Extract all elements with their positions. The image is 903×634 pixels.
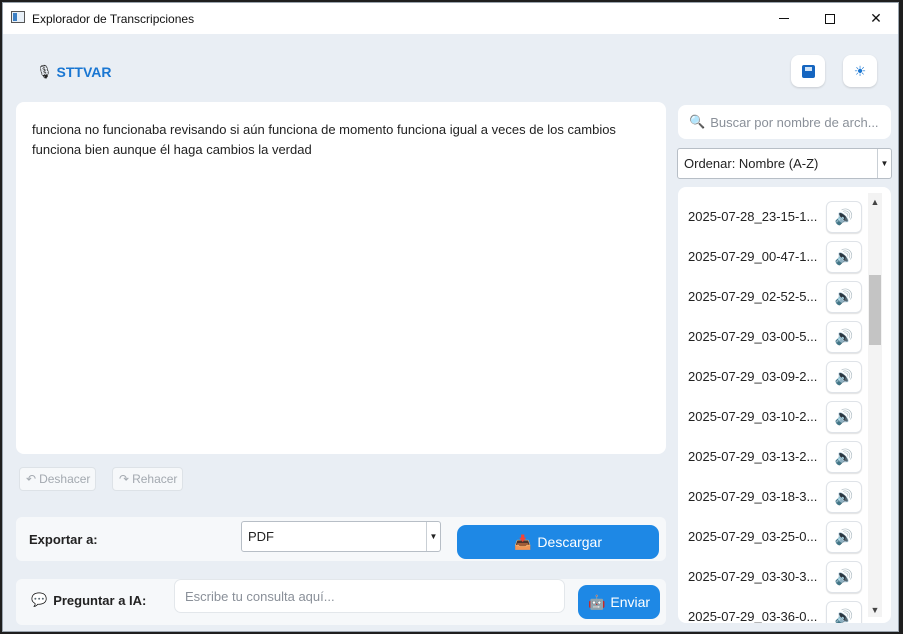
speaker-icon: 🔊 — [834, 569, 854, 586]
speaker-icon: 🔊 — [834, 609, 854, 623]
scroll-down-icon[interactable]: ▼ — [868, 603, 882, 617]
file-list-item[interactable]: 2025-07-29_00-47-1... 🔊 — [678, 236, 868, 276]
play-audio-button[interactable]: 🔊 — [826, 481, 862, 513]
file-list-scrollbar[interactable]: ▲ ▼ — [868, 193, 882, 617]
undo-icon: ↶ — [26, 472, 37, 486]
file-name: 2025-07-29_03-30-3... — [688, 569, 818, 584]
send-button[interactable]: 🤖 Enviar — [578, 585, 660, 619]
search-icon: 🔍 — [689, 114, 706, 129]
app-icon — [11, 11, 25, 23]
chevron-down-icon: ▼ — [426, 522, 440, 551]
file-name: 2025-07-29_03-13-2... — [688, 449, 818, 464]
chevron-down-icon: ▼ — [877, 149, 891, 178]
speaker-icon: 🔊 — [834, 409, 854, 426]
export-label: Exportar a: — [29, 532, 98, 547]
file-name: 2025-07-29_03-10-2... — [688, 409, 818, 424]
file-list-item[interactable]: 2025-07-28_23-15-1... 🔊 — [678, 196, 868, 236]
maximize-icon — [825, 13, 835, 24]
undo-label: Deshacer — [39, 472, 91, 486]
ask-ai-label-text: Preguntar a IA: — [53, 592, 147, 608]
redo-label: Rehacer — [132, 472, 178, 486]
download-button[interactable]: 📥 Descargar — [457, 525, 659, 559]
window-title: Explorador de Transcripciones — [32, 12, 195, 26]
play-audio-button[interactable]: 🔊 — [826, 521, 862, 553]
transcript-editor[interactable]: funciona no funcionaba revisando si aún … — [16, 102, 666, 454]
chat-icon: 💬 — [31, 592, 48, 607]
play-audio-button[interactable]: 🔊 — [826, 441, 862, 473]
speaker-icon: 🔊 — [834, 249, 854, 266]
redo-button[interactable]: ↷ Rehacer — [112, 467, 183, 491]
file-name: 2025-07-29_03-00-5... — [688, 329, 818, 344]
brand: 🎙 STTVAR — [36, 64, 111, 80]
speaker-icon: 🔊 — [834, 289, 854, 306]
file-list-item[interactable]: 2025-07-29_03-10-2... 🔊 — [678, 396, 868, 436]
play-audio-button[interactable]: 🔊 — [826, 321, 862, 353]
save-button[interactable] — [791, 55, 825, 87]
play-audio-button[interactable]: 🔊 — [826, 401, 862, 433]
file-name: 2025-07-29_03-25-0... — [688, 529, 818, 544]
download-label: Descargar — [537, 534, 603, 550]
file-list-item[interactable]: 2025-07-29_02-52-5... 🔊 — [678, 276, 868, 316]
file-search-placeholder: Buscar por nombre de arch... — [710, 114, 879, 130]
play-audio-button[interactable]: 🔊 — [826, 561, 862, 593]
speaker-icon: 🔊 — [834, 329, 854, 346]
file-name: 2025-07-29_03-09-2... — [688, 369, 818, 384]
file-list-item[interactable]: 2025-07-29_03-13-2... 🔊 — [678, 436, 868, 476]
close-button[interactable]: ✕ — [853, 3, 898, 34]
file-list-item[interactable]: 2025-07-29_03-25-0... 🔊 — [678, 516, 868, 556]
play-audio-button[interactable]: 🔊 — [826, 281, 862, 313]
file-name: 2025-07-29_00-47-1... — [688, 249, 818, 264]
file-list-item[interactable]: 2025-07-29_03-30-3... 🔊 — [678, 556, 868, 596]
file-list-item[interactable]: 2025-07-29_03-09-2... 🔊 — [678, 356, 868, 396]
speaker-icon: 🔊 — [834, 449, 854, 466]
file-name: 2025-07-28_23-15-1... — [688, 209, 818, 224]
scroll-up-icon[interactable]: ▲ — [868, 195, 882, 209]
undo-button[interactable]: ↶ Deshacer — [19, 467, 96, 491]
file-list: 2025-07-28_23-15-1... 🔊 2025-07-29_00-47-1… — [678, 187, 891, 623]
sort-select[interactable]: Ordenar: Nombre (A-Z) ▼ — [677, 148, 892, 179]
file-name: 2025-07-29_03-18-3... — [688, 489, 818, 504]
file-list-item[interactable]: 2025-07-29_03-36-0... 🔊 — [678, 596, 868, 623]
minimize-icon — [779, 18, 789, 19]
ask-ai-label: 💬 Preguntar a IA: — [31, 592, 146, 608]
export-format-select[interactable]: PDF ▼ — [241, 521, 441, 552]
send-label: Enviar — [610, 594, 651, 610]
download-icon: 📥 — [513, 533, 532, 550]
robot-icon: 🤖 — [587, 593, 606, 610]
play-audio-button[interactable]: 🔊 — [826, 201, 862, 233]
file-list-item[interactable]: 2025-07-29_03-18-3... 🔊 — [678, 476, 868, 516]
speaker-icon: 🔊 — [834, 369, 854, 386]
sun-icon: ☀ — [853, 62, 867, 79]
maximize-button[interactable] — [807, 3, 853, 34]
brand-name: STTVAR — [56, 64, 112, 80]
scroll-thumb[interactable] — [869, 275, 881, 345]
file-list-item[interactable]: 2025-07-29_03-00-5... 🔊 — [678, 316, 868, 356]
close-icon: ✕ — [870, 10, 882, 26]
speaker-icon: 🔊 — [834, 209, 854, 226]
file-search-input[interactable]: 🔍 Buscar por nombre de arch... — [678, 105, 891, 139]
sort-value: Ordenar: Nombre (A-Z) — [684, 156, 819, 171]
play-audio-button[interactable]: 🔊 — [826, 241, 862, 273]
export-format-value: PDF — [248, 529, 274, 544]
speaker-icon: 🔊 — [834, 489, 854, 506]
ask-ai-input[interactable]: Escribe tu consulta aquí... — [174, 579, 565, 613]
title-bar: Explorador de Transcripciones ✕ — [3, 3, 898, 34]
play-audio-button[interactable]: 🔊 — [826, 361, 862, 393]
file-name: 2025-07-29_03-36-0... — [688, 609, 818, 623]
theme-toggle-button[interactable]: ☀ — [843, 55, 877, 87]
microphone-icon: 🎙 — [36, 64, 53, 79]
file-name: 2025-07-29_02-52-5... — [688, 289, 818, 304]
redo-icon: ↷ — [119, 472, 130, 486]
play-audio-button[interactable]: 🔊 — [826, 601, 862, 623]
save-icon — [801, 64, 815, 78]
minimize-button[interactable] — [761, 3, 807, 34]
app-window: Explorador de Transcripciones ✕ 🎙 STTVAR… — [2, 2, 899, 632]
speaker-icon: 🔊 — [834, 529, 854, 546]
